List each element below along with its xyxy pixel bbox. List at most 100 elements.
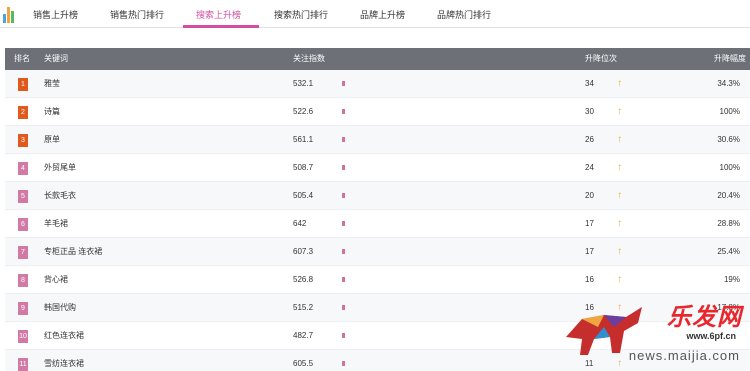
table-row[interactable]: 1 雅莹 532.1 34 ↑ 34.3% [5,70,750,98]
attention-index-cell: 508.7 [293,163,314,172]
attention-bar [342,305,345,310]
attention-index-cell: 522.6 [293,107,314,116]
attention-bar [342,109,345,114]
header-rise-rate: 升降幅度 [714,54,746,63]
attention-bar [342,277,345,282]
rise-positions-cell: 17 [585,247,594,256]
bar-chart-icon [3,5,17,23]
attention-index-cell: 482.7 [293,331,314,340]
table-row[interactable]: 8 背心裙 526.8 16 ↑ 19% [5,266,750,294]
keyword-cell[interactable]: 背心裙 [44,266,68,294]
rank-badge: 2 [18,106,28,119]
rise-positions-cell: 26 [585,135,594,144]
attention-index-cell: 605.5 [293,359,314,368]
rank-badge: 7 [18,246,28,259]
rank-badge: 9 [18,302,28,315]
rank-badge: 1 [18,78,28,91]
attention-bar [342,221,345,226]
header-attention: 关注指数 [293,54,325,63]
arrow-up-icon: ↑ [617,162,622,173]
attention-bar [342,249,345,254]
rise-rate-cell: 30.6% [717,135,740,144]
arrow-up-icon: ↑ [617,190,622,201]
arrow-up-icon: ↑ [617,246,622,257]
keyword-cell[interactable]: 红色连衣裙 [44,322,84,350]
rank-badge: 11 [18,358,28,371]
table-row[interactable]: 7 专柜正品 连衣裙 607.3 17 ↑ 25.4% [5,238,750,266]
table-body: 1 雅莹 532.1 34 ↑ 34.3% 2 诗篇 522.6 30 ↑ 100% 3 原单 561.1 2… [5,70,750,371]
keyword-cell[interactable]: 长款毛衣 [44,182,76,210]
tab-sales-rising[interactable]: 销售上升榜 [33,8,78,22]
arrow-up-icon: ↑ [617,274,622,285]
rank-badge: 10 [18,330,28,343]
rise-rate-cell: 28.8% [717,219,740,228]
tab-sales-hot[interactable]: 销售热门排行 [110,8,164,22]
attention-index-cell: 515.2 [293,303,314,312]
header-keyword: 关键词 [44,54,68,63]
arrow-up-icon: ↑ [617,134,622,145]
keyword-cell[interactable]: 诗篇 [44,98,60,126]
arrow-up-icon: ↑ [617,302,622,313]
rise-positions-cell: 16 [585,275,594,284]
table-row[interactable]: 11 雪纺连衣裙 605.5 11 ↑ [5,350,750,371]
table-row[interactable]: 3 原单 561.1 26 ↑ 30.6% [5,126,750,154]
ranking-table: 排名 关键词 关注指数 升降位次 升降幅度 1 雅莹 532.1 34 ↑ 34.3% 2 诗… [5,48,750,371]
keyword-cell[interactable]: 外贸尾单 [44,154,76,182]
rank-badge: 5 [18,190,28,203]
header-rise-positions: 升降位次 [585,54,617,63]
attention-index-cell: 505.4 [293,191,314,200]
rise-positions-cell: 30 [585,107,594,116]
rise-rate-cell: 34.3% [717,79,740,88]
attention-index-cell: 642 [293,219,307,228]
attention-bar [342,137,345,142]
rise-rate-cell: 20.4% [717,191,740,200]
rank-badge: 6 [18,218,28,231]
tab-brand-rising[interactable]: 品牌上升榜 [360,8,405,22]
keyword-cell[interactable]: 雅莹 [44,70,60,98]
rise-rate-cell: 25.4% [717,247,740,256]
table-row[interactable]: 10 红色连衣裙 482.7 [5,322,750,350]
table-row[interactable]: 6 羊毛裙 642 17 ↑ 28.8% [5,210,750,238]
table-row[interactable]: 4 外贸尾单 508.7 24 ↑ 100% [5,154,750,182]
rank-badge: 3 [18,134,28,147]
attention-bar [342,165,345,170]
active-tab-indicator [183,25,259,28]
keyword-cell[interactable]: 韩国代购 [44,294,76,322]
rise-rate-cell: 100% [719,163,740,172]
rise-rate-cell: 17.8% [717,303,740,312]
rise-rate-cell: 100% [719,107,740,116]
rise-positions-cell: 11 [585,359,594,368]
attention-bar [342,193,345,198]
keyword-cell[interactable]: 原单 [44,126,60,154]
rank-badge: 8 [18,274,28,287]
rank-badge: 4 [18,162,28,175]
table-row[interactable]: 5 长款毛衣 505.4 20 ↑ 20.4% [5,182,750,210]
rise-positions-cell: 24 [585,163,594,172]
tab-brand-hot[interactable]: 品牌热门排行 [437,8,491,22]
attention-bar [342,81,345,86]
header-rank: 排名 [14,54,30,63]
keyword-cell[interactable]: 羊毛裙 [44,210,68,238]
table-row[interactable]: 9 韩国代购 515.2 16 ↑ 17.8% [5,294,750,322]
rise-positions-cell: 16 [585,303,594,312]
tab-bar: 销售上升榜 销售热门排行 搜索上升榜 搜索热门排行 品牌上升榜 品牌热门排行 [0,0,750,28]
keyword-cell[interactable]: 雪纺连衣裙 [44,350,84,371]
tab-search-rising[interactable]: 搜索上升榜 [196,8,241,22]
rise-positions-cell: 20 [585,191,594,200]
arrow-up-icon: ↑ [617,78,622,89]
rise-positions-cell: 17 [585,219,594,228]
arrow-up-icon: ↑ [617,358,622,369]
attention-bar [342,361,345,366]
attention-bar [342,333,345,338]
tab-search-hot[interactable]: 搜索热门排行 [274,8,328,22]
attention-index-cell: 532.1 [293,79,314,88]
attention-index-cell: 561.1 [293,135,314,144]
rise-rate-cell: 19% [723,275,740,284]
table-header: 排名 关键词 关注指数 升降位次 升降幅度 [5,48,750,70]
keyword-cell[interactable]: 专柜正品 连衣裙 [44,238,102,266]
rise-positions-cell: 34 [585,79,594,88]
attention-index-cell: 526.8 [293,275,314,284]
table-row[interactable]: 2 诗篇 522.6 30 ↑ 100% [5,98,750,126]
arrow-up-icon: ↑ [617,106,622,117]
arrow-up-icon: ↑ [617,218,622,229]
